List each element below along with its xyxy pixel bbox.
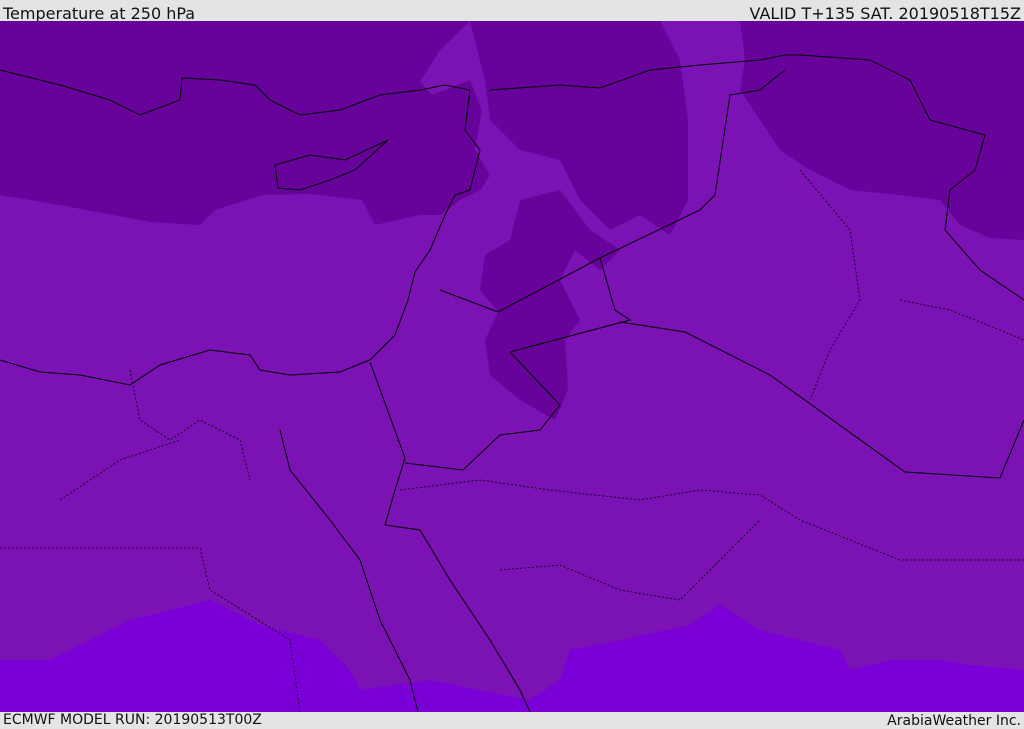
cold-region-west	[0, 21, 490, 225]
credit: ArabiaWeather Inc.	[887, 713, 1021, 729]
footer-bar: ECMWF MODEL RUN: 20190513T00Z ArabiaWeat…	[0, 712, 1024, 729]
temperature-map	[0, 21, 1024, 712]
header-bar: Temperature at 250 hPa VALID T+135 SAT. …	[0, 0, 1024, 23]
model-run: ECMWF MODEL RUN: 20190513T00Z	[3, 712, 262, 728]
